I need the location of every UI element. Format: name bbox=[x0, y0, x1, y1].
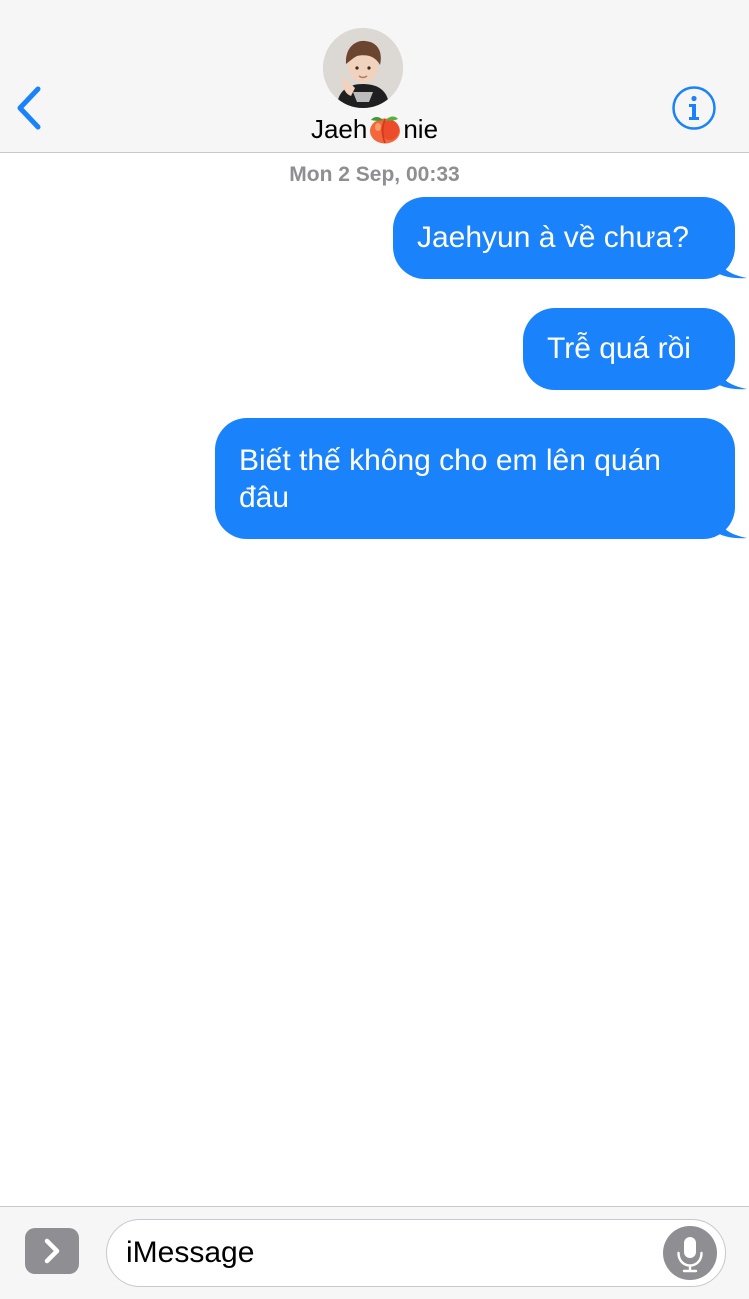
message-bubble-outgoing[interactable]: Biết thế không cho em lên quán đâu bbox=[215, 418, 747, 539]
contact-name[interactable]: Jaeh nie bbox=[0, 112, 749, 146]
message-text: Biết thế không cho em lên quán đâu bbox=[239, 444, 661, 514]
conversation-timestamp: Mon 2 Sep, 00:33 bbox=[289, 163, 460, 186]
info-button[interactable] bbox=[671, 85, 717, 131]
contact-name-suffix: nie bbox=[403, 114, 439, 144]
info-icon bbox=[672, 86, 716, 130]
chevron-right-icon bbox=[44, 1238, 60, 1264]
message-text: Jaehyun à về chưa? bbox=[417, 221, 689, 254]
avatar-image bbox=[323, 28, 403, 108]
bubble-tail bbox=[717, 257, 747, 279]
message-text: Trễ quá rồi bbox=[547, 332, 691, 365]
message-bubble-outgoing[interactable]: Jaehyun à về chưa? bbox=[393, 197, 747, 279]
bubble-tail bbox=[717, 368, 747, 390]
imessage-placeholder: iMessage bbox=[126, 1236, 255, 1269]
conversation-header: Jaeh nie bbox=[0, 0, 749, 153]
imessage-input[interactable]: iMessage bbox=[106, 1219, 726, 1287]
contact-avatar[interactable] bbox=[323, 28, 403, 108]
microphone-button[interactable] bbox=[663, 1226, 717, 1280]
composer-bar: iMessage bbox=[0, 1206, 749, 1299]
peach-emoji-icon bbox=[370, 116, 401, 144]
apps-expand-button[interactable] bbox=[25, 1228, 79, 1274]
message-bubble-outgoing[interactable]: Trễ quá rồi bbox=[523, 308, 747, 390]
microphone-icon bbox=[677, 1237, 703, 1273]
contact-name-prefix: Jaeh bbox=[310, 114, 368, 144]
bubble-tail bbox=[717, 517, 747, 539]
